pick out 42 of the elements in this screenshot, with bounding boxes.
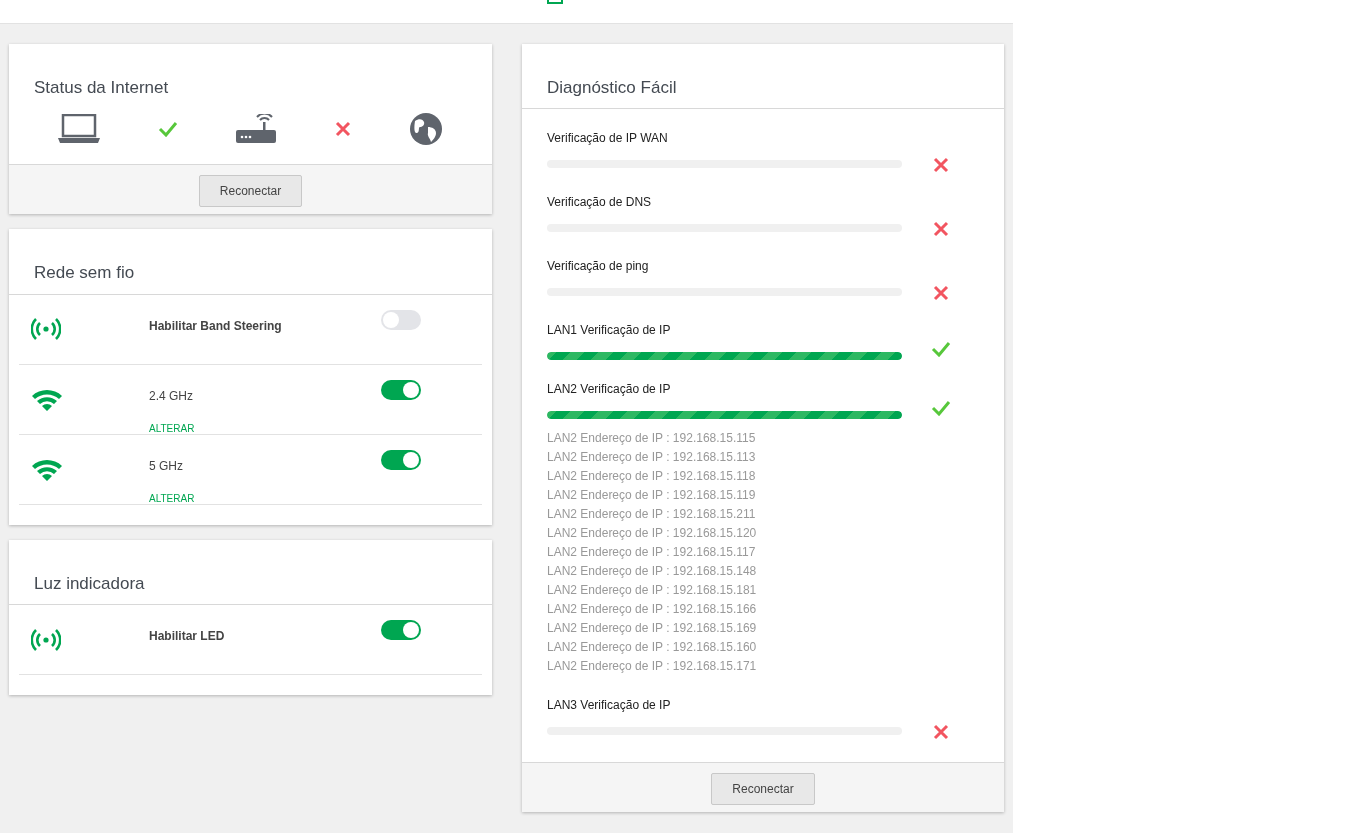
- panel-title: Status da Internet: [33, 77, 170, 99]
- setting-label: Habilitar LED: [149, 628, 226, 646]
- cross-icon: [334, 121, 351, 138]
- check-icon: [158, 121, 179, 138]
- check-label: Verificação de ping: [547, 258, 650, 276]
- setting-label: 2.4 GHz: [149, 387, 194, 405]
- ip-address: LAN2 Endereço de IP : 192.168.15.148: [547, 563, 758, 581]
- panel-title: Luz indicadora: [9, 539, 492, 606]
- check-label: LAN2 Verificação de IP: [547, 381, 672, 399]
- broadcast-icon: [31, 628, 61, 651]
- ip-address: LAN2 Endereço de IP : 192.168.15.211: [547, 506, 757, 524]
- toggle-switch[interactable]: [381, 449, 421, 470]
- check-label: Verificação de IP WAN: [547, 130, 669, 148]
- reconnect-button[interactable]: Reconectar: [198, 175, 303, 208]
- ip-address: LAN2 Endereço de IP : 192.168.15.171: [547, 658, 758, 676]
- ip-address: LAN2 Endereço de IP : 192.168.15.119: [547, 487, 757, 505]
- ip-address: LAN2 Endereço de IP : 192.168.15.160: [547, 639, 758, 657]
- setting-label: 5 GHz: [149, 457, 184, 475]
- globe-icon: [408, 112, 443, 147]
- ip-address: LAN2 Endereço de IP : 192.168.15.120: [547, 525, 758, 543]
- broadcast-icon: [31, 318, 61, 341]
- reconnect-button[interactable]: Reconectar: [711, 773, 815, 806]
- ip-address: LAN2 Endereço de IP : 192.168.15.166: [547, 601, 758, 619]
- toggle-switch[interactable]: [381, 379, 421, 400]
- toggle-switch[interactable]: [381, 309, 421, 330]
- router-icon: [236, 114, 277, 145]
- toggle-switch[interactable]: [381, 620, 421, 641]
- panel-title: Diagnóstico Fácil: [522, 44, 1004, 110]
- ip-address: LAN2 Endereço de IP : 192.168.15.113: [547, 449, 757, 467]
- ip-address: LAN2 Endereço de IP : 192.168.15.118: [547, 468, 757, 486]
- check-label: LAN3 Verificação de IP: [547, 697, 672, 715]
- wifi-icon: [31, 387, 63, 412]
- check-label: LAN1 Verificação de IP: [547, 322, 672, 340]
- ip-address: LAN2 Endereço de IP : 192.168.15.181: [547, 582, 758, 600]
- wifi-icon: [31, 457, 63, 482]
- setting-label: Habilitar Band Steering: [149, 317, 283, 335]
- check-label: Verificação de DNS: [547, 194, 653, 212]
- ip-address: LAN2 Endereço de IP : 192.168.15.169: [547, 620, 758, 638]
- ip-address: LAN2 Endereço de IP : 192.168.15.115: [547, 430, 757, 448]
- panel-title: Rede sem fio: [9, 229, 492, 295]
- ip-address: LAN2 Endereço de IP : 192.168.15.117: [547, 544, 757, 562]
- laptop-icon: [58, 114, 101, 145]
